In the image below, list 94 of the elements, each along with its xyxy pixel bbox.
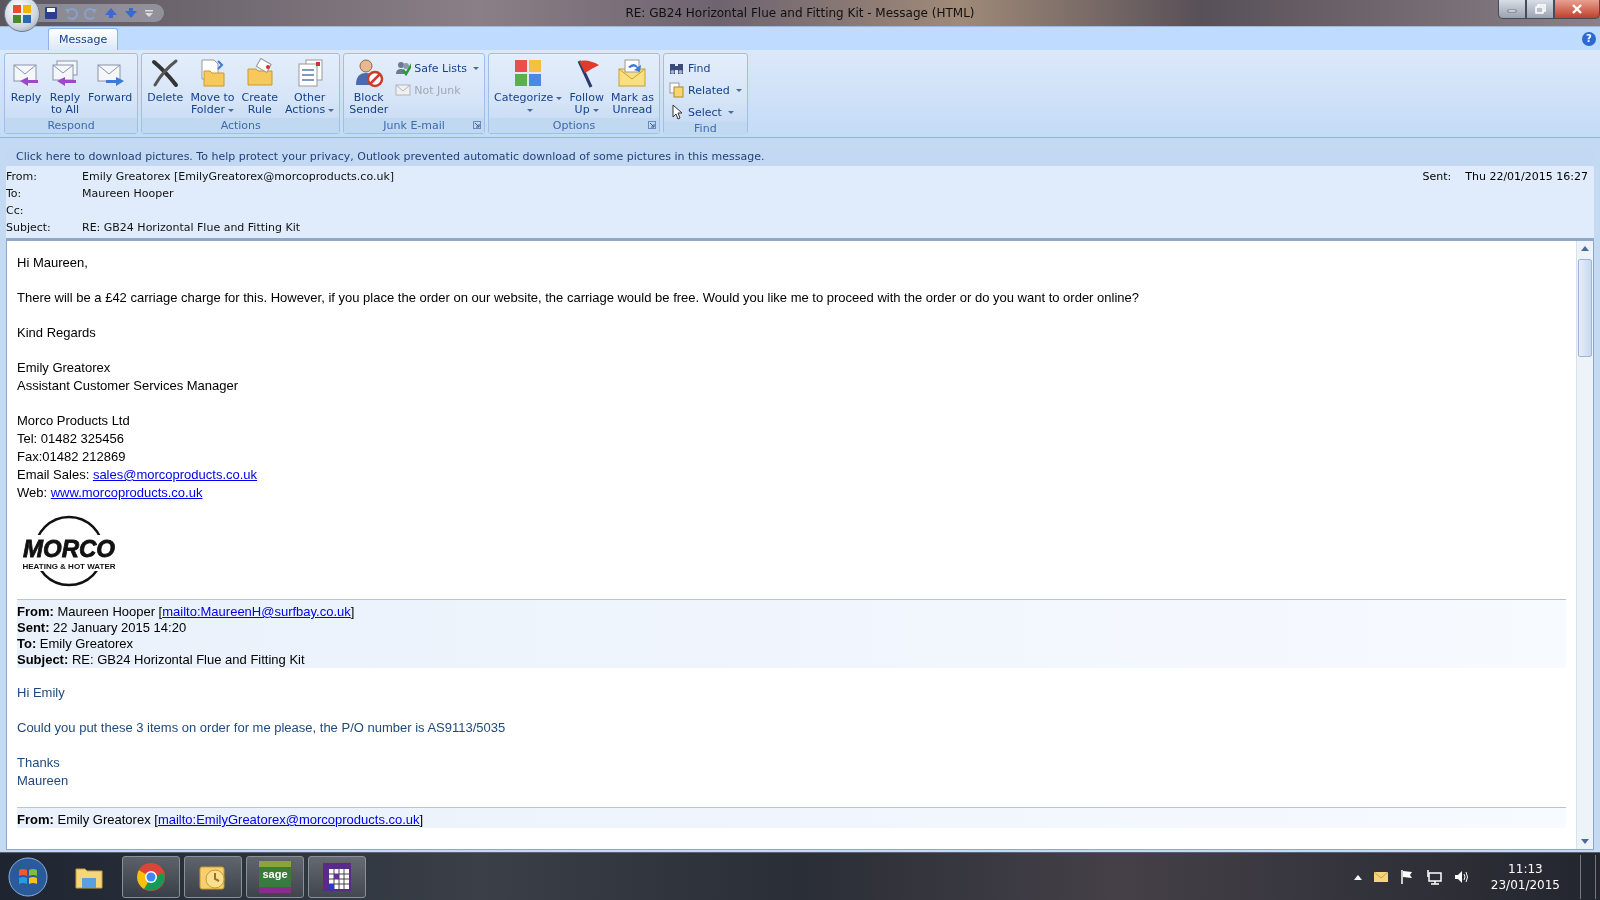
ribbon-button[interactable]: Find <box>666 58 745 78</box>
taskbar-button[interactable] <box>308 855 366 898</box>
show-desktop-button[interactable] <box>1580 854 1596 899</box>
ribbon-button[interactable]: Move to Folder <box>187 56 238 118</box>
group-label: Junk E-mail <box>383 119 445 132</box>
reply-all-icon <box>49 57 81 89</box>
people-check-icon <box>395 60 412 76</box>
documents-icon <box>669 82 685 98</box>
ribbon-button[interactable]: Mark as Unread <box>607 56 657 118</box>
dialog-launcher-icon[interactable] <box>473 121 482 129</box>
network-icon[interactable] <box>1424 868 1443 885</box>
field-label: To: <box>6 187 23 200</box>
field-label: From: <box>17 812 54 827</box>
close-icon <box>1571 4 1583 14</box>
restore-icon <box>1534 4 1546 14</box>
group-label: Options <box>552 119 596 132</box>
field-value: Emily Greatorex [EmilyGreatorex@morcoproducts.co.uk] <box>82 170 395 183</box>
grid-icon <box>321 860 353 893</box>
taskbar-button[interactable] <box>184 855 242 898</box>
body-text: Kind Regards <box>17 324 96 342</box>
field-label: From: <box>6 170 38 183</box>
email-link[interactable]: mailto:EmilyGreatorex@morcoproducts.co.uk <box>157 812 420 827</box>
body-text: 22 January 2015 14:20 <box>52 620 187 635</box>
field-label: Cc: <box>6 204 25 217</box>
ribbon-button[interactable]: Safe Lists <box>392 58 483 78</box>
office-button[interactable] <box>4 0 40 32</box>
save-icon[interactable] <box>44 6 58 20</box>
field-label: Subject: <box>6 221 52 234</box>
email-link[interactable]: mailto:MaureenH@surfbay.co.uk <box>162 604 351 619</box>
ribbon-button[interactable]: Categorize <box>491 56 566 118</box>
windows-logo-icon <box>8 856 48 897</box>
squares-icon <box>12 4 32 24</box>
field-label: Subject: <box>17 652 69 667</box>
body-text: Could you put these 3 items on order for me please, the P/O number is AS9113/5035 <box>17 719 506 737</box>
flag-icon[interactable] <box>1398 868 1415 885</box>
app-logo: sage <box>259 860 291 893</box>
browser-icon <box>135 860 167 893</box>
body-text: Fax:01482 212869 <box>17 448 126 466</box>
restore-button[interactable] <box>1526 0 1554 19</box>
ribbon-button[interactable]: Reply <box>7 56 45 118</box>
clock[interactable]: 11:13 23/01/2015 <box>1480 860 1570 893</box>
body-text: Thanks <box>17 754 60 772</box>
envelope-arrow-icon <box>616 57 649 89</box>
ribbon-button[interactable]: Delete <box>144 56 187 118</box>
body-text: Emily Greatorex <box>17 359 111 377</box>
body-text: Web: <box>17 485 49 500</box>
scroll-thumb[interactable] <box>1578 259 1592 357</box>
start-button[interactable] <box>6 854 50 899</box>
ribbon-button[interactable]: Follow Up <box>566 56 607 118</box>
email-link[interactable]: sales@morcoproducts.co.uk <box>92 467 258 482</box>
ribbon-button[interactable]: Forward <box>85 56 136 118</box>
window-title: RE: GB24 Horizontal Flue and Fitting Kit - Message (HTML) <box>625 6 975 20</box>
body-text: Hi Maureen, <box>17 254 88 272</box>
group-label: Actions <box>220 119 261 132</box>
body-text: RE: GB24 Horizontal Flue and Fitting Kit <box>70 652 305 667</box>
group-label: Respond <box>47 119 95 132</box>
help-button[interactable]: ? <box>1582 31 1596 46</box>
pointer-icon <box>669 104 685 120</box>
field-label: Sent: <box>1422 170 1452 183</box>
envelope-icon <box>395 82 412 98</box>
body-text: Tel: 01482 325456 <box>17 430 124 448</box>
taskbar-button[interactable]: sage <box>246 855 304 898</box>
ribbon-button[interactable]: Select <box>666 102 745 122</box>
ribbon-tab[interactable]: Message <box>48 28 119 50</box>
ribbon-button[interactable]: Create Rule <box>238 56 281 118</box>
body-text: There will be a £42 carriage charge for this. However, if you place the order on our website, the carriage would be free. Would you like me to proceed with the order or do you want to order online? <box>17 289 1139 307</box>
field-label: Sent: <box>17 620 50 635</box>
ribbon-button[interactable]: Other Actions <box>282 56 338 118</box>
body-text: Hi Emily <box>17 684 65 702</box>
ribbon-button[interactable]: Reply to All <box>46 56 84 118</box>
body-text: Emily Greatorex <box>38 636 134 651</box>
ribbon-button[interactable]: Block Sender <box>346 56 392 118</box>
email-link[interactable]: www.morcoproducts.co.uk <box>50 485 203 500</box>
body-text: Email Sales: <box>17 467 91 482</box>
field-label: From: <box>17 604 54 619</box>
body-text: ] <box>350 604 355 619</box>
group-label: Find <box>694 122 717 135</box>
ribbon-button[interactable]: Related <box>666 80 745 100</box>
taskbar-button[interactable] <box>122 855 180 898</box>
body-text: Maureen Hooper [ <box>56 604 163 619</box>
field-value: RE: GB24 Horizontal Flue and Fitting Kit <box>82 221 301 234</box>
body-text: Emily Greatorex [ <box>56 812 158 827</box>
scrollbar[interactable] <box>1576 241 1593 849</box>
body-text: Assistant Customer Services Manager <box>17 377 239 395</box>
field-value: Thu 22/01/2015 16:27 <box>1465 170 1588 183</box>
close-button[interactable] <box>1554 0 1600 19</box>
field-value: Maureen Hooper <box>82 187 174 200</box>
body-text: Maureen <box>17 772 69 790</box>
body-text: ] <box>419 812 424 827</box>
body-text: Morco Products Ltd <box>17 412 130 430</box>
dialog-launcher-icon[interactable] <box>648 121 656 129</box>
envelope-icon[interactable] <box>1372 870 1389 883</box>
minimize-button[interactable] <box>1498 0 1526 19</box>
field-label: To: <box>17 636 37 651</box>
